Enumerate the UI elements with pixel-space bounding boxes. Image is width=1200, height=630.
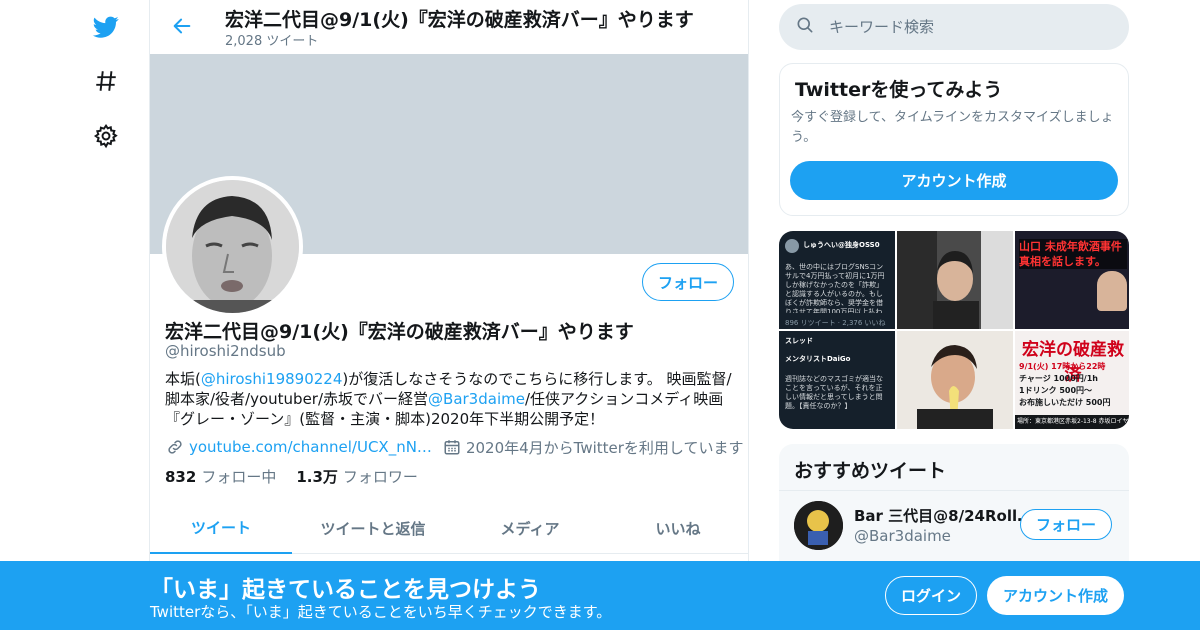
media-poster-line: お布施しいただけ 500円	[1019, 398, 1111, 407]
tab-tweets[interactable]: ツイート	[150, 502, 292, 554]
signup-banner: 「いま」起きていることを見つけよう Twitterなら、「いま」起きていることを…	[0, 561, 1200, 630]
profile-tabs: ツイート ツイートと返信 メディア いいね	[150, 502, 748, 554]
media-poster-line: 9/1(火) 17時から22時	[1019, 362, 1106, 371]
media-thumbnail[interactable]: 山口 未成年飲酒事件 真相を話します。	[1015, 231, 1129, 329]
recommended-handle: @Bar3daime	[854, 527, 951, 545]
media-poster-line: チャージ 1000円/1h	[1019, 374, 1098, 383]
login-button[interactable]: ログイン	[885, 576, 977, 615]
search-box[interactable]	[779, 4, 1129, 50]
profile-avatar[interactable]	[162, 176, 303, 317]
profile-handle: @hiroshi2ndsub	[165, 342, 286, 360]
media-thumbnail-caption: 山口 未成年飲酒事件 真相を話します。	[1019, 239, 1127, 269]
profile-name: 宏洋二代目@9/1(火)『宏洋の破産救済バー』やります	[165, 321, 634, 343]
profile-bio: 本垢(@hiroshi19890224)が復活しなさそうなのでこちらに移行します…	[165, 369, 735, 429]
twitter-bird-icon[interactable]	[88, 9, 124, 45]
mention-link[interactable]: @Bar3daime	[428, 390, 525, 408]
signup-card-description: 今すぐ登録して、タイムラインをカスタマイズしましょう。	[791, 110, 1114, 145]
media-grid: しゅうへい@独身OSS0 あ、世の中にはブログSNSコンサルで4万円払って初月に…	[779, 231, 1129, 429]
recommended-name[interactable]: Bar 三代目@8/24Roll…	[854, 505, 1032, 526]
media-thumbnail[interactable]: しゅうへい@独身OSS0 あ、世の中にはブログSNSコンサルで4万円払って初月に…	[779, 231, 895, 329]
signup-card-title: Twitterを使ってみよう	[795, 79, 1003, 101]
link-icon	[165, 437, 185, 457]
media-tweet-text: 週刊誌などのマスゴミが適当なことを言っているが、それを正しい情報だと思ってしまう…	[785, 375, 883, 410]
left-nav	[0, 0, 150, 630]
media-tweet-text: あ、世の中にはブログSNSコンサルで4万円払って初月に1万円しか稼げなかったのを…	[785, 263, 885, 313]
search-icon	[795, 15, 815, 39]
hashtag-icon[interactable]	[88, 63, 124, 99]
website-link[interactable]: youtube.com/channel/UCX_nN…	[189, 438, 432, 456]
create-account-button[interactable]: アカウント作成	[987, 576, 1124, 615]
tab-media[interactable]: メディア	[454, 502, 606, 554]
tab-tweets-and-replies[interactable]: ツイートと返信	[292, 502, 454, 554]
followers-stat[interactable]: 1.3万 フォロワー	[296, 466, 418, 487]
media-thumbnail[interactable]: 宏洋の破産救済 9/1(火) 17時から22時 チャージ 1000円/1h 1ド…	[1015, 331, 1129, 429]
followers-count: 1.3万	[296, 468, 338, 486]
profile-column: 宏洋二代目@9/1(火)『宏洋の破産救済バー』やります 2,028 ツイート フ…	[149, 0, 749, 630]
search-input[interactable]	[829, 18, 1109, 36]
signup-card: Twitterを使ってみよう 今すぐ登録して、タイムラインをカスタマイズしましょ…	[779, 63, 1129, 216]
media-thumbnail[interactable]	[897, 331, 1013, 429]
media-thread-header: スレッド	[785, 337, 813, 345]
following-count: 832	[165, 468, 197, 486]
bio-text: 本垢(	[165, 370, 201, 388]
gear-icon[interactable]	[88, 118, 124, 154]
follow-button[interactable]: フォロー	[642, 263, 734, 301]
media-poster-line: 1ドリンク 500円～	[1019, 386, 1093, 395]
media-face	[1097, 271, 1127, 311]
recommended-tweets: おすすめツイート Bar 三代目@8/24Roll… @Bar3daime フォ…	[779, 444, 1129, 574]
following-label: フォロー中	[201, 468, 277, 486]
follow-button[interactable]: フォロー	[1020, 509, 1112, 540]
avatar[interactable]	[794, 501, 843, 550]
banner-subtitle: Twitterなら、「いま」起きていることをいち早くチェックできます。	[150, 603, 612, 621]
media-tweet-author: しゅうへい@独身OSS0	[803, 241, 880, 249]
media-poster-footer: 場所：東京都港区赤坂2-13-8 赤坂ロイヤル…	[1015, 415, 1129, 429]
profile-header-bar: 宏洋二代目@9/1(火)『宏洋の破産救済バー』やります 2,028 ツイート	[150, 0, 748, 54]
header-title: 宏洋二代目@9/1(火)『宏洋の破産救済バー』やります	[225, 9, 694, 31]
join-date: 2020年4月からTwitterを利用しています	[465, 438, 744, 457]
media-tweet-author: メンタリストDaiGo	[785, 355, 851, 363]
banner-title: 「いま」起きていることを見つけよう	[150, 577, 541, 603]
mention-link[interactable]: @hiroshi19890224	[201, 370, 343, 388]
create-account-button[interactable]: アカウント作成	[790, 161, 1118, 200]
tweet-count: 2,028 ツイート	[225, 34, 319, 49]
back-arrow-icon[interactable]	[168, 12, 196, 40]
recommended-title: おすすめツイート	[794, 460, 947, 482]
followers-label: フォロワー	[342, 468, 418, 486]
media-tweet-stats: 896 リツイート · 2,376 いいね	[785, 319, 886, 327]
media-thumbnail[interactable]: スレッド メンタリストDaiGo 週刊誌などのマスゴミが適当なことを言っているが…	[779, 331, 895, 429]
following-stat[interactable]: 832 フォロー中	[165, 466, 276, 487]
calendar-icon	[442, 437, 462, 457]
profile-meta: youtube.com/channel/UCX_nN… 2020年4月からTwi…	[165, 436, 743, 458]
tab-likes[interactable]: いいね	[606, 502, 748, 554]
media-thumbnail[interactable]	[897, 231, 1013, 329]
follow-stats: 832 フォロー中 1.3万 フォロワー	[165, 466, 418, 487]
avatar	[785, 239, 799, 253]
